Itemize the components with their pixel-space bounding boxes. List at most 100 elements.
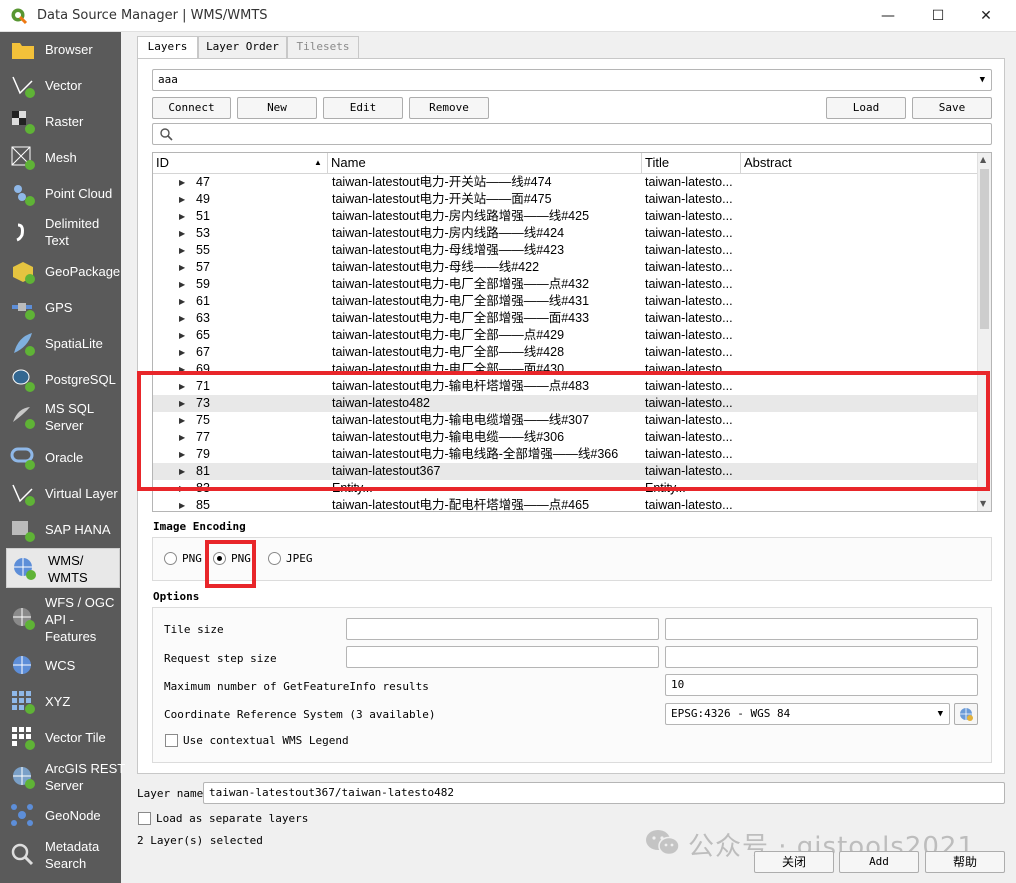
- sidebar-item-wcs[interactable]: WCS: [6, 652, 120, 680]
- save-button[interactable]: Save: [912, 97, 992, 119]
- table-row[interactable]: ▶ 59 taiwan-latestout电力-电厂全部增强——点#432 taiwa…: [153, 276, 979, 293]
- row-name: taiwan-latestout电力-电厂全部——点#429: [332, 328, 565, 342]
- tile-size-label: Tile size: [164, 623, 224, 636]
- expand-arrow-icon[interactable]: ▶: [179, 174, 185, 191]
- sidebar-item-spatialite[interactable]: SpatiaLite: [6, 330, 120, 358]
- row-title: taiwan-latesto...: [645, 345, 733, 359]
- table-row[interactable]: ▶ 61 taiwan-latestout电力-电厂全部增强——线#431 taiwa…: [153, 293, 979, 310]
- table-row[interactable]: ▶ 53 taiwan-latestout电力-房内线路——线#424 taiwan-…: [153, 225, 979, 242]
- table-row[interactable]: ▶ 51 taiwan-latestout电力-房内线路增强——线#425 taiwa…: [153, 208, 979, 225]
- sidebar-item-vector[interactable]: Vector: [6, 72, 120, 100]
- sidebar-label: Raster: [45, 114, 84, 129]
- column-header-name[interactable]: Name: [328, 153, 642, 173]
- table-row[interactable]: ▶ 65 taiwan-latestout电力-电厂全部——点#429 taiwan-…: [153, 327, 979, 344]
- sidebar-item-raster[interactable]: Raster: [6, 108, 120, 136]
- sidebar-item-geopackage[interactable]: GeoPackage: [6, 258, 120, 286]
- sidebar-item-sap-hana[interactable]: SAP HANA: [6, 516, 120, 544]
- layer-name-input[interactable]: taiwan-latestout367/taiwan-latesto482: [203, 782, 1005, 804]
- edit-button[interactable]: Edit: [323, 97, 403, 119]
- sidebar-item-virtual-layer[interactable]: Virtual Layer: [6, 480, 120, 508]
- row-title: taiwan-latesto...: [645, 260, 733, 274]
- expand-arrow-icon[interactable]: ▶: [179, 497, 185, 511]
- step-width-field[interactable]: [346, 646, 659, 668]
- folder-icon: [12, 43, 34, 59]
- table-row[interactable]: ▶ 67 taiwan-latestout电力-电厂全部——线#428 taiwan-…: [153, 344, 979, 361]
- scroll-thumb[interactable]: [980, 169, 989, 329]
- connect-button[interactable]: Connect: [152, 97, 231, 119]
- expand-arrow-icon[interactable]: ▶: [179, 242, 185, 259]
- row-name: taiwan-latestout电力-电厂全部增强——面#433: [332, 311, 590, 325]
- options-title: Options: [153, 590, 200, 603]
- sidebar-item-mssql[interactable]: MS SQL Server: [6, 398, 120, 436]
- remove-button[interactable]: Remove: [409, 97, 489, 119]
- new-button[interactable]: New: [237, 97, 317, 119]
- close-button[interactable]: 关闭: [754, 851, 834, 873]
- table-row[interactable]: ▶ 63 taiwan-latestout电力-电厂全部增强——面#433 taiwa…: [153, 310, 979, 327]
- expand-arrow-icon[interactable]: ▶: [179, 276, 185, 293]
- sidebar-item-vector-tile[interactable]: Vector Tile: [6, 724, 120, 752]
- load-button[interactable]: Load: [826, 97, 906, 119]
- expand-arrow-icon[interactable]: ▶: [179, 327, 185, 344]
- table-row[interactable]: ▶ 85 taiwan-latestout电力-配电杆塔增强——点#465 taiwa…: [153, 497, 979, 511]
- help-button[interactable]: 帮助: [925, 851, 1005, 873]
- sidebar-label: MS SQL Server: [45, 401, 95, 433]
- table-row[interactable]: ▶ 47 taiwan-latestout电力-开关站——线#474 taiwan-l…: [153, 174, 979, 191]
- expand-arrow-icon[interactable]: ▶: [179, 259, 185, 276]
- expand-arrow-icon[interactable]: ▶: [179, 208, 185, 225]
- table-row[interactable]: ▶ 55 taiwan-latestout电力-母线增强——线#423 taiwan-…: [153, 242, 979, 259]
- sidebar-item-arcgis-rest[interactable]: ArcGIS REST Server: [6, 758, 125, 796]
- sidebar-item-browser[interactable]: Browser: [6, 36, 120, 64]
- scroll-up-icon[interactable]: ▲: [980, 155, 986, 164]
- minimize-button[interactable]: —: [868, 4, 908, 28]
- expand-arrow-icon[interactable]: ▶: [179, 310, 185, 327]
- sidebar-item-delimited-text[interactable]: Delimited Text: [6, 214, 120, 250]
- column-header-title[interactable]: Title: [642, 153, 741, 173]
- search-input[interactable]: [152, 123, 992, 145]
- contextual-legend-label: Use contextual WMS Legend: [183, 734, 349, 747]
- tab-layers[interactable]: Layers: [137, 36, 198, 59]
- tile-height-field[interactable]: [665, 618, 978, 640]
- crs-select[interactable]: EPSG:4326 - WGS 84 ▼: [665, 703, 950, 725]
- contextual-legend-checkbox[interactable]: [165, 734, 178, 747]
- tab-tilesets[interactable]: Tilesets: [287, 36, 359, 58]
- globe-icon: [13, 656, 31, 674]
- sidebar-item-point-cloud[interactable]: Point Cloud: [6, 180, 120, 208]
- expand-arrow-icon[interactable]: ▶: [179, 293, 185, 310]
- separate-layers-checkbox[interactable]: [138, 812, 151, 825]
- grid-icon: [12, 691, 35, 714]
- table-row[interactable]: ▶ 57 taiwan-latestout电力-母线——线#422 taiwan-la…: [153, 259, 979, 276]
- radio-jpeg[interactable]: [268, 552, 281, 565]
- table-row[interactable]: ▶ 49 taiwan-latestout电力-开关站——面#475 taiwan-l…: [153, 191, 979, 208]
- sidebar-item-wms-wmts[interactable]: WMS/ WMTS: [6, 548, 120, 588]
- sidebar-item-xyz[interactable]: XYZ: [6, 688, 120, 716]
- scroll-down-icon[interactable]: ▼: [980, 499, 986, 508]
- add-button[interactable]: Add: [839, 851, 919, 873]
- expand-arrow-icon[interactable]: ▶: [179, 191, 185, 208]
- expand-arrow-icon[interactable]: ▶: [179, 225, 185, 242]
- sidebar-item-gps[interactable]: GPS: [6, 294, 120, 322]
- expand-arrow-icon[interactable]: ▶: [179, 344, 185, 361]
- sidebar-item-mesh[interactable]: Mesh: [6, 144, 120, 172]
- sidebar-label: GeoPackage: [45, 264, 121, 279]
- max-feature-label: Maximum number of GetFeatureInfo results: [164, 680, 429, 693]
- row-id: 59: [196, 277, 210, 291]
- row-title: taiwan-latesto...: [645, 226, 733, 240]
- sidebar-item-metadata-search[interactable]: Metadata Search: [6, 836, 120, 874]
- radio-png-1[interactable]: [164, 552, 177, 565]
- close-window-button[interactable]: ✕: [966, 4, 1006, 28]
- max-feature-field[interactable]: 10: [665, 674, 978, 696]
- step-height-field[interactable]: [665, 646, 978, 668]
- crs-selector-button[interactable]: [954, 703, 978, 725]
- sidebar-item-wfs[interactable]: WFS / OGC API - Features: [6, 594, 120, 646]
- maximize-button[interactable]: ☐: [918, 4, 958, 28]
- connection-select[interactable]: aaa ▼: [152, 69, 992, 91]
- column-header-id[interactable]: ID ▲: [153, 153, 328, 173]
- sidebar-item-geonode[interactable]: GeoNode: [6, 802, 120, 830]
- column-header-abstract[interactable]: Abstract: [741, 153, 979, 173]
- sidebar-label: Mesh: [45, 150, 77, 165]
- tab-layer-order[interactable]: Layer Order: [198, 36, 287, 58]
- chevron-down-icon: ▼: [937, 709, 943, 719]
- tile-width-field[interactable]: [346, 618, 659, 640]
- sidebar-item-oracle[interactable]: Oracle: [6, 444, 120, 472]
- sidebar-item-postgresql[interactable]: PostgreSQL: [6, 366, 120, 394]
